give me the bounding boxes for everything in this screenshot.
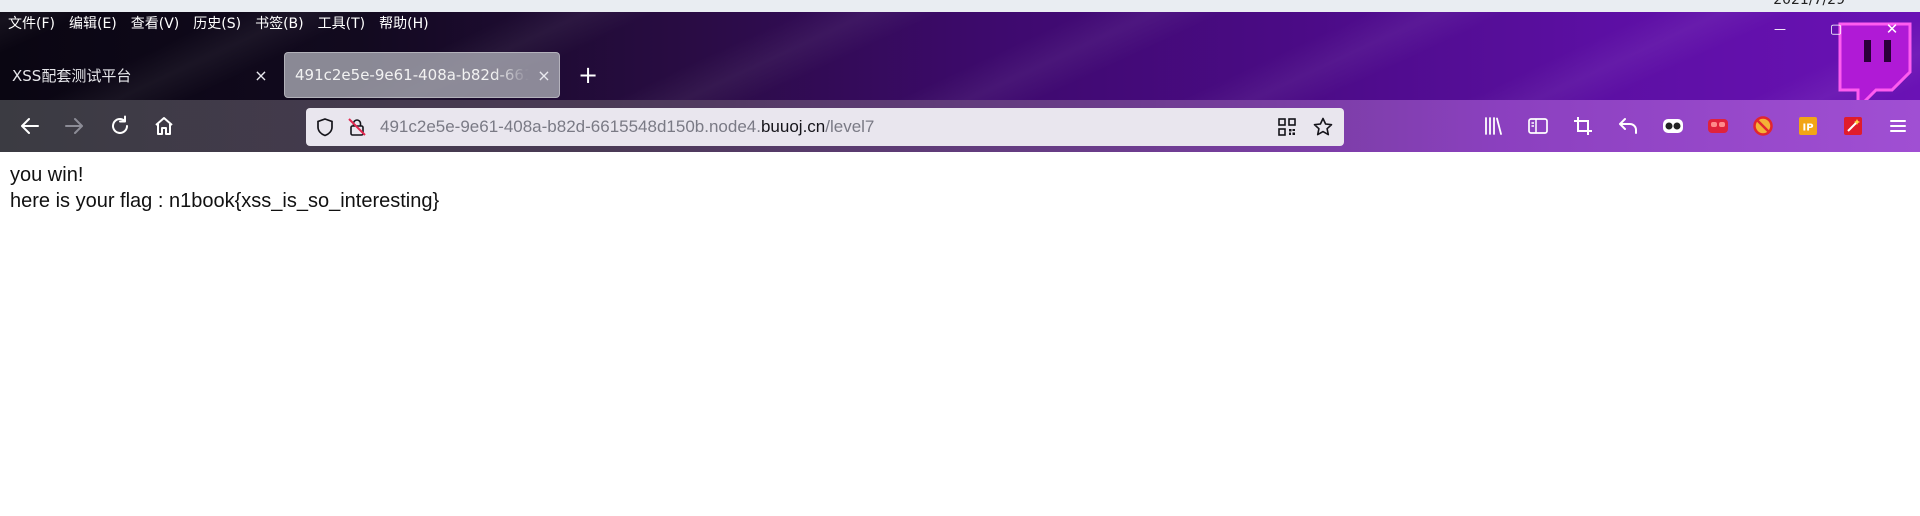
url-domain: buuoj.cn — [760, 117, 826, 136]
menu-icon[interactable] — [1882, 112, 1914, 140]
block-extension-icon[interactable] — [1747, 112, 1779, 140]
result-message: you win! — [10, 164, 84, 186]
menu-help[interactable]: 帮助(H) — [379, 13, 428, 33]
menu-history[interactable]: 历史(S) — [193, 13, 241, 33]
crop-icon[interactable] — [1567, 112, 1599, 140]
flag-message: here is your flag : n1book{xss_is_so_int… — [10, 190, 440, 212]
insecure-lock-icon[interactable] — [344, 114, 370, 140]
wand-extension-icon[interactable] — [1837, 112, 1869, 140]
reload-button[interactable] — [104, 112, 136, 140]
window-controls: — ▢ ✕ — [1752, 12, 1920, 46]
close-window-button[interactable]: ✕ — [1864, 12, 1920, 46]
menu-bookmarks[interactable]: 书签(B) — [255, 13, 304, 33]
back-arrow-icon — [21, 118, 39, 134]
url-bar[interactable]: 491c2e5e-9e61-408a-b82d-6615548d150b.nod… — [306, 108, 1344, 146]
url-path: /level7 — [825, 117, 875, 136]
menu-bar: 文件(F) 编辑(E) 查看(V) 历史(S) 书签(B) 工具(T) 帮助(H… — [0, 12, 429, 34]
undo-icon[interactable] — [1612, 112, 1644, 140]
home-icon — [155, 117, 173, 135]
taskbar-strip: 2021/7/29 — [0, 0, 1920, 12]
page-content: you win! here is your flag : n1book{xss_… — [0, 152, 1920, 516]
minimize-button[interactable]: — — [1752, 12, 1808, 46]
red-extension-icon[interactable] — [1702, 112, 1734, 140]
url-prefix: 491c2e5e-9e61-408a-b82d-6615548d150b.nod… — [380, 117, 761, 136]
mask-extension-icon[interactable] — [1657, 112, 1689, 140]
browser-chrome: 文件(F) 编辑(E) 查看(V) 历史(S) 书签(B) 工具(T) 帮助(H… — [0, 12, 1920, 152]
menu-edit[interactable]: 编辑(E) — [69, 13, 117, 33]
reload-icon — [112, 115, 128, 134]
forward-arrow-icon — [65, 118, 83, 134]
menu-file[interactable]: 文件(F) — [8, 13, 55, 33]
tab-xss-platform[interactable]: XSS配套测试平台 × — [0, 52, 276, 98]
url-text: 491c2e5e-9e61-408a-b82d-6615548d150b.nod… — [380, 117, 874, 137]
menu-view[interactable]: 查看(V) — [131, 13, 180, 33]
tab-strip: XSS配套测试平台 × 491c2e5e-9e61-408a-b82d-6615… — [0, 52, 1920, 100]
maximize-button[interactable]: ▢ — [1808, 12, 1864, 46]
tab-level7[interactable]: 491c2e5e-9e61-408a-b82d-6615548d150b.nod… — [284, 52, 560, 98]
menu-tools[interactable]: 工具(T) — [318, 13, 365, 33]
svg-text:IP: IP — [1802, 123, 1813, 134]
tab-title: 491c2e5e-9e61-408a-b82d-6615548d150b.nod… — [295, 66, 529, 84]
new-tab-button[interactable]: + — [573, 60, 603, 90]
tracking-shield-icon[interactable] — [312, 114, 338, 140]
forward-button[interactable] — [58, 112, 90, 140]
library-icon[interactable] — [1477, 112, 1509, 140]
ip-extension-icon[interactable]: IP — [1792, 112, 1824, 140]
back-button[interactable] — [14, 112, 46, 140]
home-button[interactable] — [148, 112, 180, 140]
tab-title: XSS配套测试平台 — [12, 66, 132, 85]
sidebar-icon[interactable] — [1522, 112, 1554, 140]
tab-close-button[interactable]: × — [529, 66, 559, 85]
navigation-toolbar: 491c2e5e-9e61-408a-b82d-6615548d150b.nod… — [0, 100, 1920, 152]
bookmark-star-icon[interactable] — [1310, 114, 1336, 140]
tab-close-button[interactable]: × — [246, 66, 276, 85]
toolbar-right: IP — [1477, 112, 1914, 140]
qr-code-icon[interactable] — [1274, 114, 1300, 140]
taskbar-clock: 2021/7/29 — [1773, 0, 1845, 8]
